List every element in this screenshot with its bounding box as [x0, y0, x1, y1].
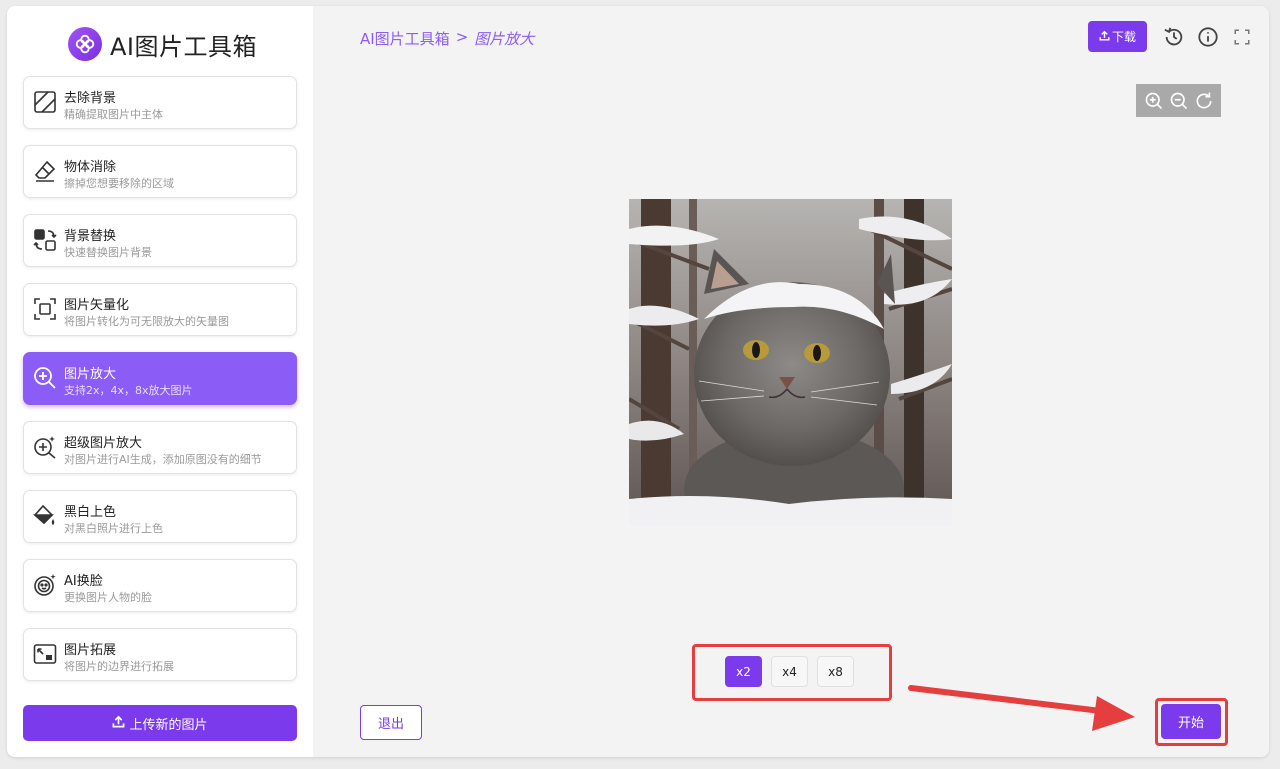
tool-remove-background[interactable]: 去除背景 精确提取图片中主体: [23, 76, 297, 129]
breadcrumb-root[interactable]: AI图片工具箱: [360, 28, 450, 49]
cat-photo: [629, 199, 952, 525]
breadcrumb-separator: >: [455, 28, 469, 46]
reset-icon[interactable]: [1194, 91, 1214, 111]
tool-label: 黑白上色: [64, 505, 117, 520]
history-icon[interactable]: [1162, 25, 1186, 49]
tool-description: 擦掉您想要移除的区域: [64, 177, 174, 190]
tool-label: 图片矢量化: [64, 298, 130, 313]
tool-label: 背景替换: [64, 229, 117, 244]
tool-label: 去除背景: [64, 91, 117, 106]
tool-description: 将图片的边界进行拓展: [64, 660, 174, 673]
eraser-icon: [32, 158, 58, 184]
tool-description: 更换图片人物的脸: [64, 591, 152, 604]
tool-description: 将图片转化为可无限放大的矢量图: [64, 315, 229, 328]
tool-description: 支持2x，4x，8x放大图片: [64, 384, 193, 397]
tool-description: 精确提取图片中主体: [64, 108, 163, 121]
tool-image-expand[interactable]: 图片拓展 将图片的边界进行拓展: [23, 628, 297, 681]
tool-label: 图片放大: [64, 367, 117, 382]
tool-label: 物体消除: [64, 160, 117, 175]
zoom-in-icon: [32, 365, 58, 391]
tool-vectorize[interactable]: 图片矢量化 将图片转化为可无限放大的矢量图: [23, 283, 297, 336]
zoom-in-icon[interactable]: [1144, 91, 1164, 111]
scale-options: x2 x4 x8: [725, 656, 854, 687]
tool-image-upscale[interactable]: 图片放大 支持2x，4x，8x放大图片: [23, 352, 297, 405]
breadcrumb-current: 图片放大: [474, 30, 535, 48]
tool-label: AI换脸: [64, 574, 103, 589]
download-icon: [1099, 30, 1110, 44]
upload-new-image-button[interactable]: 上传新的图片: [23, 705, 297, 741]
face-icon: [32, 572, 58, 598]
tool-label: 超级图片放大: [64, 436, 143, 451]
paint-bucket-icon: [32, 503, 58, 529]
expand-image-icon: [32, 641, 58, 667]
vector-frame-icon: [32, 296, 58, 322]
zoom-controls: [1136, 84, 1221, 117]
flower-logo-icon: [68, 27, 102, 61]
app-logo: AI图片工具箱: [68, 26, 257, 62]
tool-background-replace[interactable]: 背景替换 快速替换图片背景: [23, 214, 297, 267]
remove-background-icon: [32, 89, 58, 115]
tool-super-upscale[interactable]: 超级图片放大 对图片进行AI生成，添加原图没有的细节: [23, 421, 297, 474]
scale-option-x4[interactable]: x4: [771, 656, 808, 687]
upload-label: 上传新的图片: [129, 717, 208, 733]
fullscreen-icon[interactable]: [1230, 25, 1254, 49]
upload-icon: [112, 715, 125, 732]
exit-button[interactable]: 退出: [360, 705, 422, 740]
sidebar: AI图片工具箱 去除背景 精确提取图片中主体 物体消除 擦掉您想要移除的区域 背…: [7, 6, 313, 757]
tool-description: 对图片进行AI生成，添加原图没有的细节: [64, 453, 262, 466]
breadcrumb: AI图片工具箱 > 图片放大: [360, 28, 534, 49]
info-icon[interactable]: [1196, 25, 1220, 49]
app-window: AI图片工具箱 去除背景 精确提取图片中主体 物体消除 擦掉您想要移除的区域 背…: [7, 6, 1269, 757]
tool-description: 对黑白照片进行上色: [64, 522, 163, 535]
tool-label: 图片拓展: [64, 643, 117, 658]
swap-icon: [32, 227, 58, 253]
download-button[interactable]: 下载: [1088, 21, 1147, 52]
sparkle-zoom-icon: [32, 434, 58, 460]
app-title: AI图片工具箱: [110, 32, 257, 61]
zoom-out-icon[interactable]: [1169, 91, 1189, 111]
scale-option-x2[interactable]: x2: [725, 656, 762, 687]
scale-option-x8[interactable]: x8: [817, 656, 854, 687]
download-label: 下载: [1111, 30, 1136, 44]
start-button[interactable]: 开始: [1161, 704, 1221, 739]
tool-description: 快速替换图片背景: [64, 246, 152, 259]
tool-colorize[interactable]: 黑白上色 对黑白照片进行上色: [23, 490, 297, 543]
tool-face-swap[interactable]: AI换脸 更换图片人物的脸: [23, 559, 297, 612]
tool-object-removal[interactable]: 物体消除 擦掉您想要移除的区域: [23, 145, 297, 198]
image-preview: [629, 199, 952, 525]
